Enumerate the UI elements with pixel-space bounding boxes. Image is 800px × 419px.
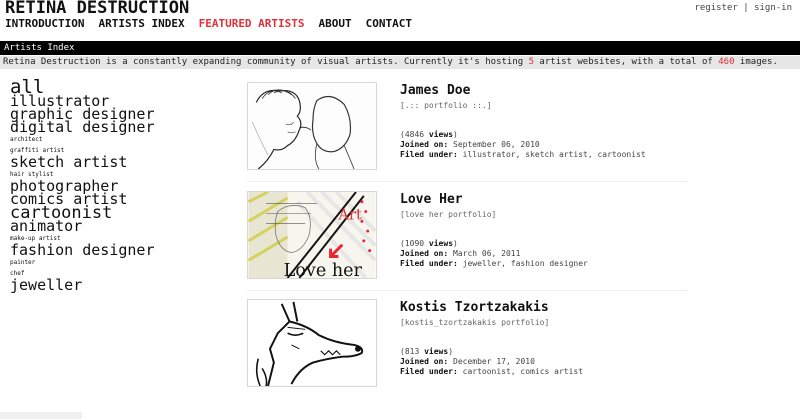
thumb-love-her-text: Love her [284, 261, 363, 278]
artist-thumbnail[interactable] [247, 82, 377, 170]
joined-line: Joined on: March 06, 2011 [400, 249, 588, 259]
artist-subtitle: [kostis_tzortzakakis portfolio] [400, 318, 550, 327]
artist-meta: (1090 views) Joined on: March 06, 2011 F… [400, 239, 588, 269]
artist-subtitle: [love her portfolio] [400, 210, 497, 219]
filed-line: Filed under: illustrator, sketch artist,… [400, 150, 646, 160]
account-links: register | sign-in [694, 3, 792, 13]
entry-divider [247, 181, 687, 182]
views-line: (813 views) [400, 347, 454, 356]
love-her-collage-image: Art Love her [248, 192, 376, 278]
sketch-kiss-image [248, 83, 376, 169]
views-line: (4846 views) [400, 130, 458, 139]
tag-animator[interactable]: animator [10, 219, 240, 234]
filed-tags: cartoonist, comics artist [462, 367, 584, 376]
nav-contact[interactable]: CONTACT [366, 17, 412, 30]
artist-name[interactable]: Love Her [400, 192, 690, 207]
joined-label: Joined on: [400, 249, 449, 258]
account-separator: | [743, 3, 749, 13]
artist-meta: (4846 views) Joined on: September 06, 20… [400, 130, 646, 160]
tag-digital-designer[interactable]: digital designer [10, 120, 240, 135]
artist-entry: Kostis Tzortzakakis [kostis_tzortzakakis… [247, 299, 687, 391]
images-count: 460 [718, 57, 735, 67]
filed-label: Filed under: [400, 367, 458, 376]
views-label: views [428, 130, 454, 139]
register-link[interactable]: register [694, 3, 737, 13]
site-header: RETINA DESTRUCTION INTRODUCTION ARTISTS … [0, 0, 800, 40]
wolf-cartoon-image [248, 300, 376, 386]
tag-jeweller[interactable]: jeweller [10, 278, 240, 293]
joined-line: Joined on: September 06, 2010 [400, 140, 646, 150]
nav-about[interactable]: ABOUT [319, 17, 352, 30]
footer-strip [0, 410, 800, 419]
artist-name[interactable]: James Doe [400, 83, 690, 98]
artist-entry: Art Love her Love Her [love her portfoli… [247, 191, 687, 283]
joined-label: Joined on: [400, 140, 449, 149]
filed-label: Filed under: [400, 259, 458, 268]
entry-divider [247, 290, 687, 291]
site-title[interactable]: RETINA DESTRUCTION [5, 0, 189, 18]
tag-fashion-designer[interactable]: fashion designer [10, 243, 240, 258]
nav-artists-index[interactable]: ARTISTS INDEX [98, 17, 184, 30]
artist-name[interactable]: Kostis Tzortzakakis [400, 300, 690, 315]
section-bar: Artists Index [0, 41, 800, 55]
views-count: 813 [404, 347, 420, 356]
filed-label: Filed under: [400, 150, 458, 159]
artist-info: James Doe [.:: portfolio ::.] [400, 83, 690, 110]
artist-subtitle: [.:: portfolio ::.] [400, 101, 492, 110]
tag-cloud: all illustrator graphic designer digital… [10, 78, 240, 293]
joined-date: March 06, 2011 [453, 249, 521, 258]
artist-meta: (813 views) Joined on: December 17, 2010… [400, 347, 583, 377]
nav-featured-artists[interactable]: FEATURED ARTISTS [199, 17, 305, 30]
intro-text-3: images. [734, 57, 778, 67]
filed-line: Filed under: jeweller, fashion designer [400, 259, 588, 269]
tag-sketch-artist[interactable]: sketch artist [10, 155, 240, 170]
intro-bar: Retina Destruction is a constantly expan… [0, 56, 800, 69]
main-nav: INTRODUCTION ARTISTS INDEX FEATURED ARTI… [5, 17, 412, 30]
joined-date: September 06, 2010 [453, 140, 540, 149]
views-label: views [428, 239, 454, 248]
joined-date: December 17, 2010 [453, 357, 535, 366]
artist-info: Kostis Tzortzakakis [kostis_tzortzakakis… [400, 300, 690, 327]
intro-text-1: Retina Destruction is a constantly expan… [3, 57, 529, 67]
joined-label: Joined on: [400, 357, 449, 366]
sign-in-link[interactable]: sign-in [754, 3, 792, 13]
joined-line: Joined on: December 17, 2010 [400, 357, 583, 367]
artist-info: Love Her [love her portfolio] [400, 192, 690, 219]
views-line: (1090 views) [400, 239, 458, 248]
views-label: views [424, 347, 449, 356]
footer-block [0, 412, 82, 419]
artist-thumbnail[interactable]: Art Love her [247, 191, 377, 279]
section-title: Artists Index [4, 43, 75, 53]
filed-tags: jeweller, fashion designer [462, 259, 588, 268]
filed-tags: illustrator, sketch artist, cartoonist [462, 150, 646, 159]
thumb-art-text: Art [337, 206, 362, 223]
artist-entry: James Doe [.:: portfolio ::.] (4846 view… [247, 82, 687, 174]
artist-thumbnail[interactable] [247, 299, 377, 387]
filed-line: Filed under: cartoonist, comics artist [400, 367, 583, 377]
views-count: 4846 [404, 130, 425, 139]
intro-text-2: artist websites, with a total of [534, 57, 719, 67]
views-count: 1090 [404, 239, 425, 248]
nav-introduction[interactable]: INTRODUCTION [5, 17, 84, 30]
